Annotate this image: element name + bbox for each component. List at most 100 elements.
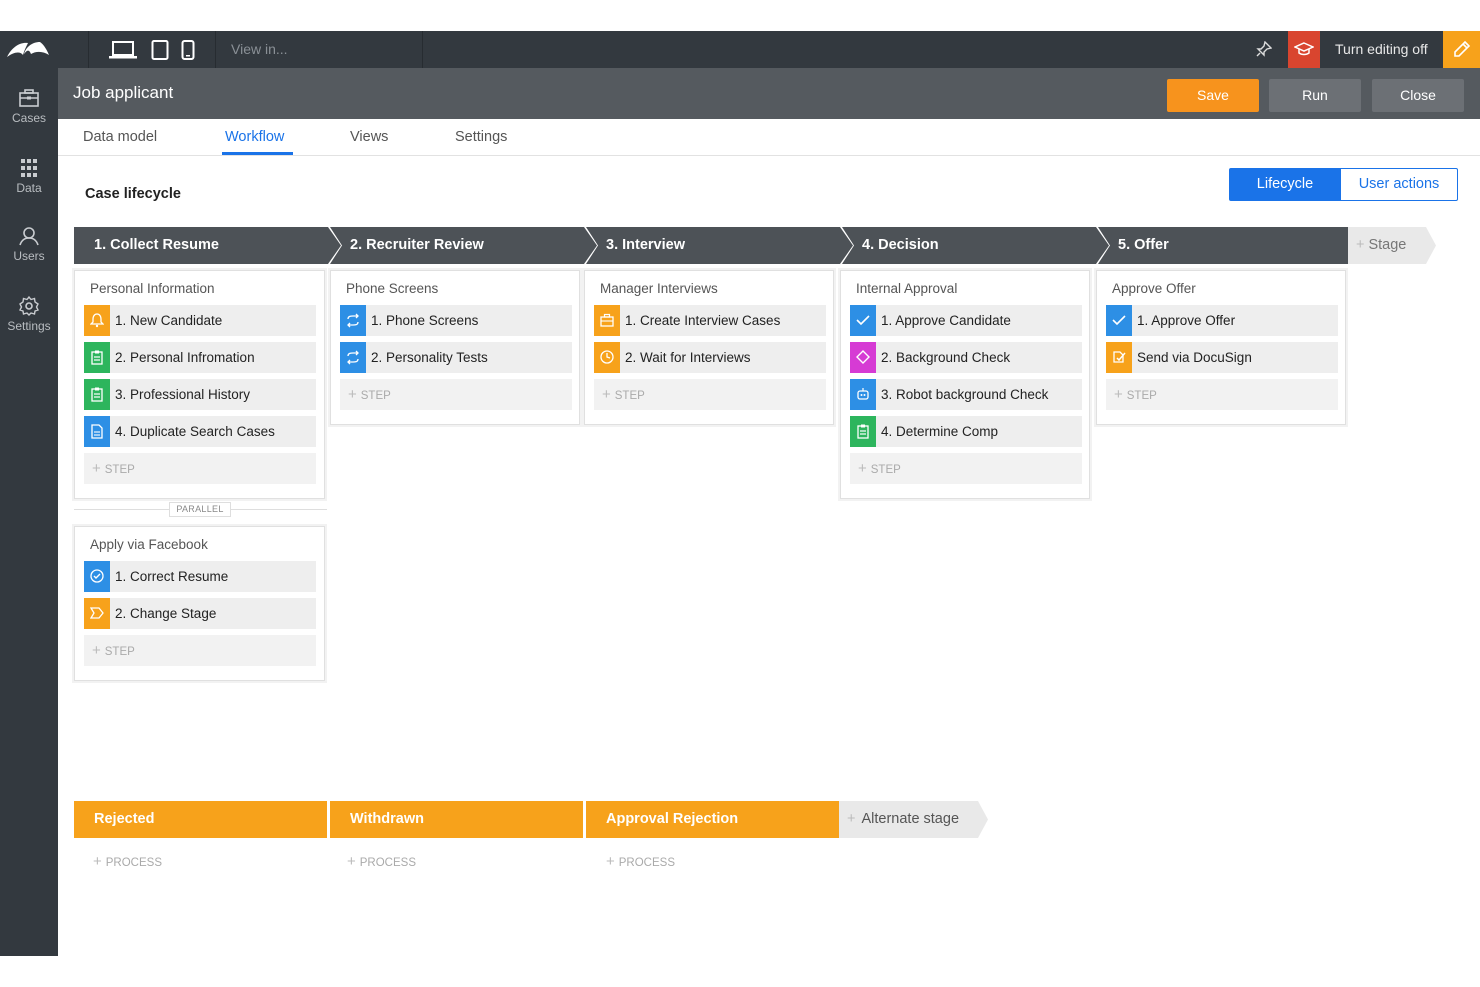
step-label: 1. Phone Screens — [371, 313, 479, 328]
add-step-button[interactable]: + STEP — [1106, 379, 1338, 410]
add-alternate-stage-button[interactable]: + Alternate stage — [839, 801, 988, 838]
run-button[interactable]: Run — [1269, 79, 1361, 112]
process-title[interactable]: Approve Offer — [1112, 281, 1196, 296]
process-title[interactable]: Internal Approval — [856, 281, 957, 296]
lifecycle-toggle[interactable]: Lifecycle — [1229, 168, 1341, 201]
add-step-label: + STEP — [92, 635, 135, 668]
plus-icon: + — [602, 386, 611, 403]
nav-settings[interactable]: Settings — [0, 296, 58, 333]
add-process-label: PROCESS — [105, 857, 163, 869]
step-item[interactable]: 4. Duplicate Search Cases — [84, 416, 316, 447]
step-label: 4. Determine Comp — [881, 424, 999, 439]
process-title[interactable]: Phone Screens — [346, 281, 438, 296]
step-item[interactable]: 1. Approve Offer — [1106, 305, 1338, 336]
add-step-label: + STEP — [602, 379, 645, 412]
step-item[interactable]: 2. Personality Tests — [340, 342, 572, 373]
case-lifecycle-heading: Case lifecycle — [85, 186, 181, 202]
add-step-text: STEP — [104, 464, 135, 476]
alternate-stage-withdrawn[interactable]: Withdrawn — [330, 801, 583, 838]
step-item[interactable]: 2. Change Stage — [84, 598, 316, 629]
add-step-button[interactable]: + STEP — [84, 635, 316, 666]
step-item[interactable]: 3. Robot background Check — [850, 379, 1082, 410]
alternate-stage-approval-rejection[interactable]: Approval Rejection — [586, 801, 839, 838]
edit-toggle-button[interactable] — [1443, 31, 1480, 68]
phone-icon[interactable] — [181, 40, 195, 65]
stage-recruiter-review[interactable]: 2. Recruiter Review — [330, 227, 597, 264]
step-item[interactable]: 4. Determine Comp — [850, 416, 1082, 447]
left-nav: Cases Data Users Settings — [0, 68, 58, 956]
cases-icon — [19, 89, 39, 107]
stage-decision[interactable]: 4. Decision — [842, 227, 1109, 264]
add-step-text: STEP — [360, 390, 391, 402]
process-title[interactable]: Manager Interviews — [600, 281, 718, 296]
step-item[interactable]: 3. Professional History — [84, 379, 316, 410]
nav-label: Settings — [7, 319, 51, 333]
close-button[interactable]: Close — [1372, 79, 1464, 112]
process-card[interactable]: Approve Offer 1. Approve Offer Send via Do… — [1096, 270, 1346, 425]
plus-icon: + — [858, 460, 867, 477]
view-in-selector[interactable]: View in... — [217, 31, 423, 68]
logo-icon[interactable] — [6, 39, 50, 64]
process-title[interactable]: Apply via Facebook — [90, 537, 208, 552]
save-button[interactable]: Save — [1167, 79, 1259, 112]
plus-icon: + — [1356, 237, 1365, 253]
step-item[interactable]: Send via DocuSign — [1106, 342, 1338, 373]
user-actions-toggle[interactable]: User actions — [1340, 168, 1458, 201]
process-card[interactable]: Manager Interviews 1. Create Interview Ca… — [584, 270, 834, 425]
step-label: 2. Personality Tests — [371, 350, 488, 365]
plus-icon: + — [92, 642, 101, 659]
step-label: 1. New Candidate — [115, 313, 223, 328]
clock-icon — [594, 342, 620, 373]
step-item[interactable]: 2. Background Check — [850, 342, 1082, 373]
step-item[interactable]: 2. Wait for Interviews — [594, 342, 826, 373]
step-item[interactable]: 2. Personal Infromation — [84, 342, 316, 373]
stage-collect-resume[interactable]: 1. Collect Resume — [74, 227, 341, 264]
step-item[interactable]: 1. New Candidate — [84, 305, 316, 336]
nav-users[interactable]: Users — [0, 226, 58, 263]
nav-cases[interactable]: Cases — [0, 88, 58, 125]
stage-offer[interactable]: 5. Offer — [1098, 227, 1348, 264]
process-card[interactable]: Internal Approval 1. Approve Candidate 2. … — [840, 270, 1090, 499]
tab-data-model[interactable]: Data model — [83, 119, 157, 156]
step-label: 2. Personal Infromation — [115, 350, 255, 365]
add-step-button[interactable]: + STEP — [594, 379, 826, 410]
add-step-button[interactable]: + STEP — [84, 453, 316, 484]
tab-settings[interactable]: Settings — [455, 119, 507, 156]
nav-label: Cases — [11, 111, 46, 125]
gear-icon — [19, 296, 39, 316]
step-label: 2. Change Stage — [115, 606, 217, 621]
step-label: 4. Duplicate Search Cases — [115, 424, 275, 439]
step-item[interactable]: 1. Phone Screens — [340, 305, 572, 336]
tablet-icon[interactable] — [151, 40, 169, 65]
pin-icon[interactable] — [1256, 40, 1273, 62]
plus-icon: + — [1114, 386, 1123, 403]
loop-icon — [340, 342, 366, 373]
tab-workflow[interactable]: Workflow — [225, 119, 284, 156]
alternate-stage-rejected[interactable]: Rejected — [74, 801, 327, 838]
process-card[interactable]: Apply via Facebook 1. Correct Resume 2. Ch… — [74, 526, 325, 681]
stage-interview[interactable]: 3. Interview — [586, 227, 853, 264]
step-item[interactable]: 1. Correct Resume — [84, 561, 316, 592]
nav-data[interactable]: Data — [0, 158, 58, 195]
tab-bar: Data model Workflow Views Settings — [58, 119, 1480, 156]
robot-icon — [850, 379, 876, 410]
add-step-button[interactable]: + STEP — [340, 379, 572, 410]
step-item[interactable]: 1. Create Interview Cases — [594, 305, 826, 336]
add-process-button[interactable]: + PROCESS — [93, 853, 162, 870]
tab-views[interactable]: Views — [350, 119, 388, 156]
add-step-button[interactable]: + STEP — [850, 453, 1082, 484]
step-item[interactable]: 1. Approve Candidate — [850, 305, 1082, 336]
laptop-icon[interactable] — [109, 40, 137, 65]
process-card[interactable]: Phone Screens 1. Phone Screens 2. Personal… — [330, 270, 580, 425]
turn-editing-off-link[interactable]: Turn editing off — [1335, 31, 1428, 68]
process-card[interactable]: Personal Information 1. New Candidate 2. P… — [74, 270, 325, 499]
add-stage-button[interactable]: + Stage — [1348, 227, 1436, 264]
clipboard-icon — [84, 342, 110, 373]
add-process-button[interactable]: + PROCESS — [347, 853, 416, 870]
diamond-icon — [850, 342, 876, 373]
add-process-button[interactable]: + PROCESS — [606, 853, 675, 870]
page-title: Job applicant — [73, 83, 174, 102]
plus-icon: + — [847, 811, 856, 827]
briefcase-icon — [594, 305, 620, 336]
process-title[interactable]: Personal Information — [90, 281, 215, 296]
